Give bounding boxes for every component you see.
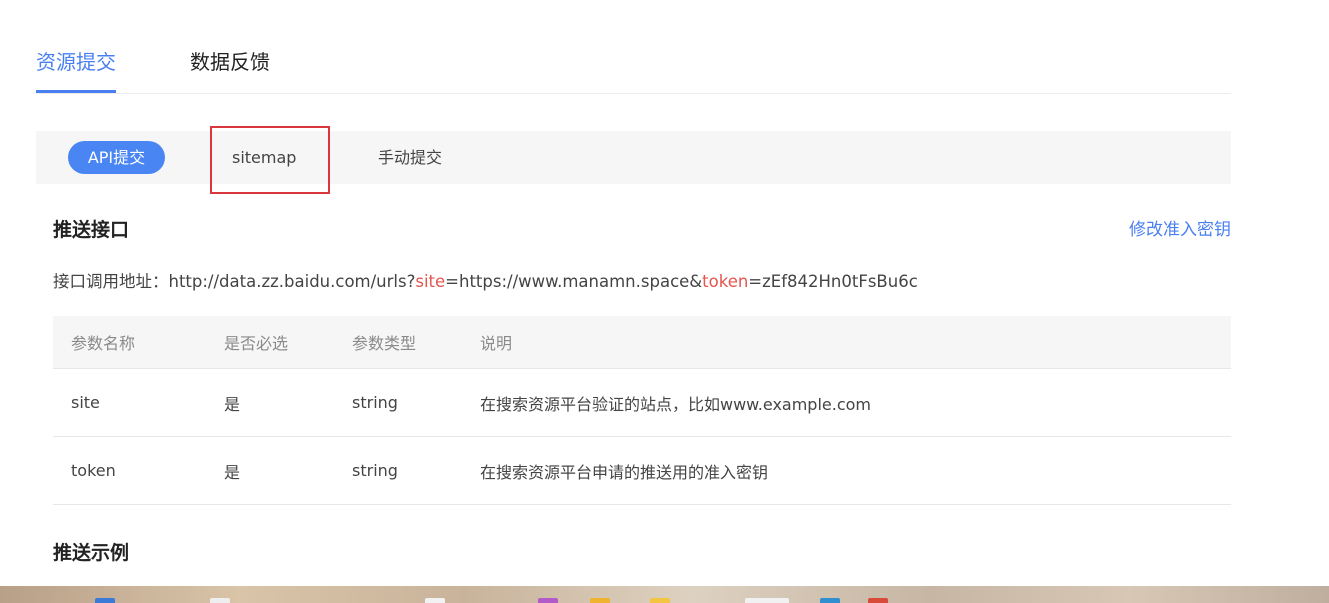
required-cell: 是 (206, 436, 334, 505)
table-row: site 是 string 在搜索资源平台验证的站点，比如www.example… (53, 368, 1231, 437)
tab-data-feedback[interactable]: 数据反馈 (190, 48, 270, 76)
type-cell: string (334, 436, 462, 505)
params-table: 参数名称 是否必选 参数类型 说明 site 是 string 在搜索资源平台验… (53, 316, 1231, 505)
taskbar-app-icon[interactable] (868, 598, 888, 603)
tab-sitemap[interactable]: sitemap (232, 146, 296, 170)
table-row: token 是 string 在搜索资源平台申请的推送用的准入密钥 (53, 436, 1231, 505)
description-cell: 在搜索资源平台验证的站点，比如www.example.com (462, 368, 1231, 437)
api-url-line: 接口调用地址：http://data.zz.baidu.com/urls?sit… (53, 269, 918, 295)
required-cell: 是 (206, 368, 334, 437)
param-name-cell: token (53, 436, 206, 505)
taskbar-app-icon[interactable] (820, 598, 840, 603)
api-url-param-token: token (702, 272, 749, 291)
tab-resource-submit[interactable]: 资源提交 (36, 48, 116, 93)
tab-manual-submit[interactable]: 手动提交 (378, 146, 442, 170)
submit-method-tabs: API提交 sitemap 手动提交 (36, 131, 1231, 184)
modify-access-key-link[interactable]: 修改准入密钥 (1129, 217, 1231, 243)
description-cell: 在搜索资源平台申请的推送用的准入密钥 (462, 436, 1231, 505)
taskbar-app-icon[interactable] (538, 598, 558, 603)
taskbar-app-icon[interactable] (590, 598, 610, 603)
taskbar-app-icon[interactable] (425, 598, 445, 603)
taskbar (0, 586, 1329, 603)
taskbar-app-icon[interactable] (650, 598, 670, 603)
api-url-param-site: site (415, 272, 446, 291)
taskbar-app-icon[interactable] (95, 598, 115, 603)
push-interface-title: 推送接口 (53, 219, 130, 241)
taskbar-app-icon[interactable] (745, 598, 789, 603)
top-tab-bar: 资源提交 数据反馈 (36, 0, 1231, 94)
tab-api-submit[interactable]: API提交 (68, 141, 165, 174)
header-param-name: 参数名称 (53, 316, 206, 369)
type-cell: string (334, 368, 462, 437)
api-url-token-value: =zEf842Hn0tFsBu6c (748, 272, 918, 291)
header-param-type: 参数类型 (334, 316, 462, 369)
taskbar-app-icon[interactable] (210, 598, 230, 603)
header-description: 说明 (462, 316, 1231, 369)
header-required: 是否必选 (206, 316, 334, 369)
param-name-cell: site (53, 368, 206, 437)
params-table-header-row: 参数名称 是否必选 参数类型 说明 (53, 316, 1231, 369)
api-url-site-value: =https://www.manamn.space& (445, 272, 703, 291)
api-url-label: 接口调用地址： (53, 272, 169, 291)
push-example-title: 推送示例 (53, 542, 130, 564)
api-url-prefix: http://data.zz.baidu.com/urls? (168, 272, 416, 291)
